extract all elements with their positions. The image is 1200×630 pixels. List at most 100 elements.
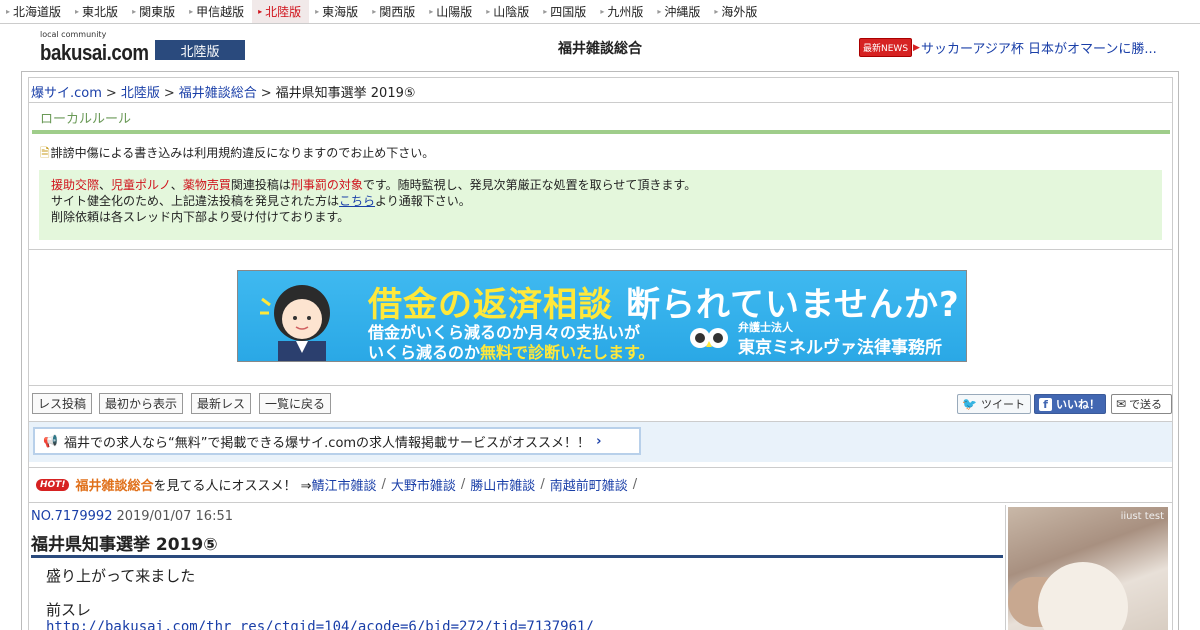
region-tab-label: 北海道版 — [13, 5, 62, 19]
post-number[interactable]: NO.7179992 — [31, 509, 112, 524]
region-tab-label: 海外版 — [721, 5, 758, 19]
recommend-link[interactable]: 大野市雑談 — [391, 475, 456, 494]
region-tab[interactable]: ▸ 山陽版 — [423, 0, 480, 23]
job-banner-area: 📢 福井での求人なら“無料”で掲載できる爆サイ.comの求人情報掲載サービスがオス… — [29, 422, 1172, 462]
warning-text: サイト健全化のため、上記違法投稿を発見された方は — [51, 194, 340, 208]
news-headline[interactable]: サッカーアジア杯 日本がオマーンに勝... — [921, 38, 1157, 57]
recommend-link[interactable]: 鯖江市雑談 — [311, 475, 376, 494]
site-logo[interactable]: local community bakusai.com — [40, 30, 152, 66]
region-tab-label: 四国版 — [550, 5, 587, 19]
region-tab[interactable]: ▸ 海外版 — [708, 0, 765, 23]
region-tab[interactable]: ▸ 北海道版 — [0, 0, 69, 23]
facebook-icon: f — [1039, 397, 1052, 411]
firm-name: 東京ミネルヴァ法律事務所 — [738, 338, 942, 358]
region-tab-label: 東北版 — [82, 5, 119, 19]
title-underline — [31, 555, 1003, 558]
warning-text: です。随時監視し、発見次第厳正な処置を取らせて頂きます。 — [362, 178, 697, 192]
recommend-lead: を見てる人にオススメ！ ⇒ — [153, 479, 312, 494]
link-separator: / — [381, 477, 386, 492]
job-banner-text: 福井での求人なら“無料”で掲載できる爆サイ.comの求人情報掲載サービスがオスス… — [63, 435, 591, 451]
facebook-like-button[interactable]: f いいね！ — [1034, 394, 1106, 414]
region-tab-label: 山陰版 — [493, 5, 530, 19]
warning-keyword: 児童ポルノ — [111, 178, 171, 192]
tweet-label: ツイート — [980, 398, 1025, 411]
warning-keyword: 薬物売買 — [182, 178, 231, 192]
tweet-button[interactable]: 🐦 ツイート — [957, 394, 1031, 414]
region-tab[interactable]: ▸ 九州版 — [594, 0, 651, 23]
owl-logo-icon — [690, 328, 728, 348]
breadcrumb-category[interactable]: 福井雑談総合 — [179, 86, 257, 101]
warning-text: 関連投稿は — [230, 178, 291, 192]
triangle-right-icon: ▸ — [258, 7, 263, 16]
recommend-category[interactable]: 福井雑談総合 — [75, 475, 153, 494]
region-tab[interactable]: ▸ 甲信越版 — [183, 0, 252, 23]
thread-container: 爆サイ.com > 北陸版 > 福井雑談総合 > 福井県知事選挙 2019⑤ ローカルルール… — [28, 77, 1173, 630]
region-tab-label: 関東版 — [139, 5, 176, 19]
side-ad[interactable]: iiust test — [1005, 505, 1173, 630]
ad-photo-shape — [1038, 562, 1128, 630]
triangle-right-icon: ▸ — [75, 7, 80, 16]
thread-post: NO.7179992 2019/01/07 16:51 福井県知事選挙 2019⑤… — [29, 503, 1004, 630]
main-frame: 爆サイ.com > 北陸版 > 福井雑談総合 > 福井県知事選挙 2019⑤ ローカルルール… — [21, 71, 1179, 630]
region-tab-label: 山陽版 — [436, 5, 473, 19]
board-title[interactable]: 福井雑談総合 — [500, 38, 700, 58]
ad-banner[interactable]: 借金の返済相談 断られていませんか? 借金がいくら減るのか月々の支払いが いくら… — [237, 270, 967, 362]
triangle-right-icon: ▸ — [429, 7, 434, 16]
region-tab[interactable]: ▸ 関東版 — [126, 0, 183, 23]
post-date: 2019/01/07 16:51 — [116, 509, 233, 524]
recommend-link[interactable]: 南越前町雑談 — [550, 475, 628, 494]
site-header: local community bakusai.com 北陸版 福井雑談総合 最… — [0, 24, 1200, 70]
post-meta: NO.7179992 2019/01/07 16:51 — [31, 509, 233, 524]
link-separator: / — [632, 477, 638, 492]
banner-subline-2: いくら減るのか無料で診断いたします。 — [368, 339, 655, 362]
latest-replies-button[interactable]: 最新レス — [191, 393, 251, 414]
warning-line-3: 削除依頼は各スレッド内下部より受け付けております。 — [51, 210, 350, 224]
region-tab[interactable]: ▸ 北陸版 — [252, 0, 310, 23]
send-mail-button[interactable]: ✉ で送る — [1111, 394, 1172, 414]
banner-subline-2b: 無料で診断いたします。 — [480, 343, 655, 362]
breadcrumb-current: 福井県知事選挙 2019⑤ — [275, 86, 416, 101]
envelope-icon: ✉ — [1116, 397, 1127, 411]
rule-notice: 🗎誹謗中傷による書き込みは利用規約違反になりますのでお止め下さい。 — [40, 144, 434, 165]
region-tab-label: 関西版 — [379, 5, 416, 19]
region-badge[interactable]: 北陸版 — [155, 40, 245, 60]
divider — [29, 102, 1172, 103]
region-tab[interactable]: ▸ 沖縄版 — [651, 0, 708, 23]
previous-thread-link[interactable]: http://bakusai.com/thr_res/ctgid=104/aco… — [46, 619, 594, 630]
breadcrumb-region[interactable]: 北陸版 — [121, 86, 160, 101]
breadcrumb-home[interactable]: 爆サイ.com — [31, 86, 102, 101]
triangle-right-icon: ▸ — [372, 7, 377, 16]
job-banner[interactable]: 📢 福井での求人なら“無料”で掲載できる爆サイ.comの求人情報掲載サービスがオス… — [33, 427, 641, 455]
region-tab[interactable]: ▸ 関西版 — [366, 0, 423, 23]
view-from-start-button[interactable]: 最初から表示 — [99, 393, 183, 414]
report-link[interactable]: こちら — [339, 194, 375, 208]
local-rule-divider — [32, 130, 1170, 134]
region-tab[interactable]: ▸ 東海版 — [309, 0, 366, 23]
ad-photo-image: iiust test — [1008, 507, 1168, 630]
region-tab-label: 北陸版 — [265, 5, 302, 19]
send-label: で送る — [1129, 398, 1163, 411]
thread-title: 福井県知事選挙 2019⑤ — [31, 535, 218, 555]
twitter-bird-icon: 🐦 — [962, 397, 977, 411]
recommend-link[interactable]: 勝山市雑談 — [470, 475, 535, 494]
triangle-right-icon: ▸ — [543, 7, 548, 16]
region-tab[interactable]: ▸ 四国版 — [537, 0, 594, 23]
warning-keyword: 援助交際 — [51, 178, 100, 192]
link-separator: / — [540, 477, 545, 492]
news-ticker[interactable]: 最新NEWS ▶ サッカーアジア杯 日本がオマーンに勝... — [859, 38, 1157, 57]
region-tab[interactable]: ▸ 東北版 — [69, 0, 126, 23]
hot-badge: HOT! — [36, 478, 70, 491]
triangle-right-icon: ▸ — [6, 7, 11, 16]
divider — [29, 385, 1172, 386]
triangle-right-icon: ▸ — [486, 7, 491, 16]
warning-line-1: 援助交際、児童ポルノ、薬物売買関連投稿は刑事罰の対象です。随時監視し、発見次第厳… — [51, 178, 697, 192]
triangle-right-icon: ▸ — [315, 7, 320, 16]
triangle-right-icon: ▸ — [657, 7, 662, 16]
breadcrumb-separator: > — [260, 86, 272, 101]
megaphone-icon: 📢 — [43, 434, 58, 448]
region-tab-label: 沖縄版 — [664, 5, 701, 19]
region-tab[interactable]: ▸ 山陰版 — [480, 0, 537, 23]
post-reply-button[interactable]: レス投稿 — [32, 393, 92, 414]
back-to-list-button[interactable]: 一覧に戻る — [259, 393, 331, 414]
post-body-line: 盛り上がって来ました — [46, 567, 196, 585]
